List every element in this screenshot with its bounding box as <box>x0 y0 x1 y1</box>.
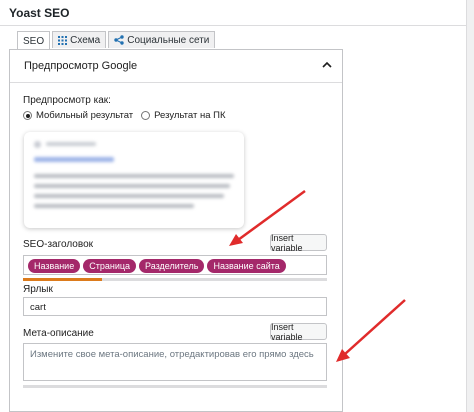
favicon-placeholder <box>34 141 41 148</box>
chevron-up-icon[interactable] <box>322 60 332 70</box>
seo-title-progress-fill <box>23 278 103 281</box>
blurred-description-line-3 <box>34 194 224 198</box>
tab-seo-label: SEO <box>23 35 45 47</box>
meta-description-progress <box>23 385 327 388</box>
chip-separator[interactable]: Разделитель <box>139 259 205 273</box>
preview-mode-label: Предпросмотр как: <box>23 95 111 106</box>
title-divider <box>0 25 474 26</box>
preview-mode-radios: Мобильный результат Результат на ПК <box>23 110 226 121</box>
slug-label: Ярлык <box>23 284 53 295</box>
chip-site-name[interactable]: Название сайта <box>207 259 286 273</box>
radio-mobile[interactable] <box>23 111 32 120</box>
radio-mobile-label: Мобильный результат <box>36 110 134 121</box>
grid-icon <box>58 35 68 45</box>
meta-description-label: Мета-описание <box>23 328 94 339</box>
tab-seo[interactable]: SEO <box>17 31 51 50</box>
share-icon <box>114 35 124 45</box>
meta-insert-variable-button[interactable]: Insert variable <box>270 322 327 342</box>
tab-schema[interactable]: Схема <box>52 31 107 48</box>
blurred-url <box>46 142 96 146</box>
seo-title-progress <box>23 278 327 281</box>
chip-title[interactable]: Название <box>28 259 81 273</box>
google-preview-card <box>24 132 244 228</box>
tab-schema-label: Схема <box>70 34 101 46</box>
blurred-title <box>34 157 114 162</box>
tab-social[interactable]: Социальные сети <box>108 31 216 48</box>
slug-input[interactable]: cart <box>23 297 327 316</box>
tab-social-label: Социальные сети <box>127 34 210 46</box>
tab-bar: SEO Схема Социальные сети <box>17 31 217 50</box>
section-title: Предпросмотр Google <box>24 60 138 72</box>
seo-title-label: SEO-заголовок <box>23 239 94 250</box>
blurred-description-line-1 <box>34 174 234 178</box>
blurred-description-line-2 <box>34 184 230 188</box>
seo-title-insert-variable-button[interactable]: Insert variable <box>270 233 327 253</box>
yoast-seo-panel: Yoast SEO SEO Схема Социальные сети Пред… <box>0 0 474 412</box>
google-preview-header[interactable]: Предпросмотр Google <box>10 50 342 83</box>
arrow-to-meta-description <box>344 299 406 355</box>
radio-desktop-label: Результат на ПК <box>154 110 226 121</box>
seo-tab-content: Предпросмотр Google Предпросмотр как: Мо… <box>9 49 343 412</box>
meta-description-textarea[interactable]: Измените свое мета-описание, отредактиро… <box>23 343 327 381</box>
seo-title-input[interactable]: Название Страница Разделитель Название с… <box>23 255 327 275</box>
scroll-gutter <box>466 0 474 412</box>
panel-title: Yoast SEO <box>9 6 70 20</box>
slug-value: cart <box>30 302 46 313</box>
radio-desktop[interactable] <box>141 111 151 120</box>
chip-page[interactable]: Страница <box>83 259 137 273</box>
blurred-description-line-4 <box>34 204 194 208</box>
seo-title-chips: Название Страница Разделитель Название с… <box>28 259 289 273</box>
meta-description-placeholder: Измените свое мета-описание, отредактиро… <box>30 349 314 360</box>
